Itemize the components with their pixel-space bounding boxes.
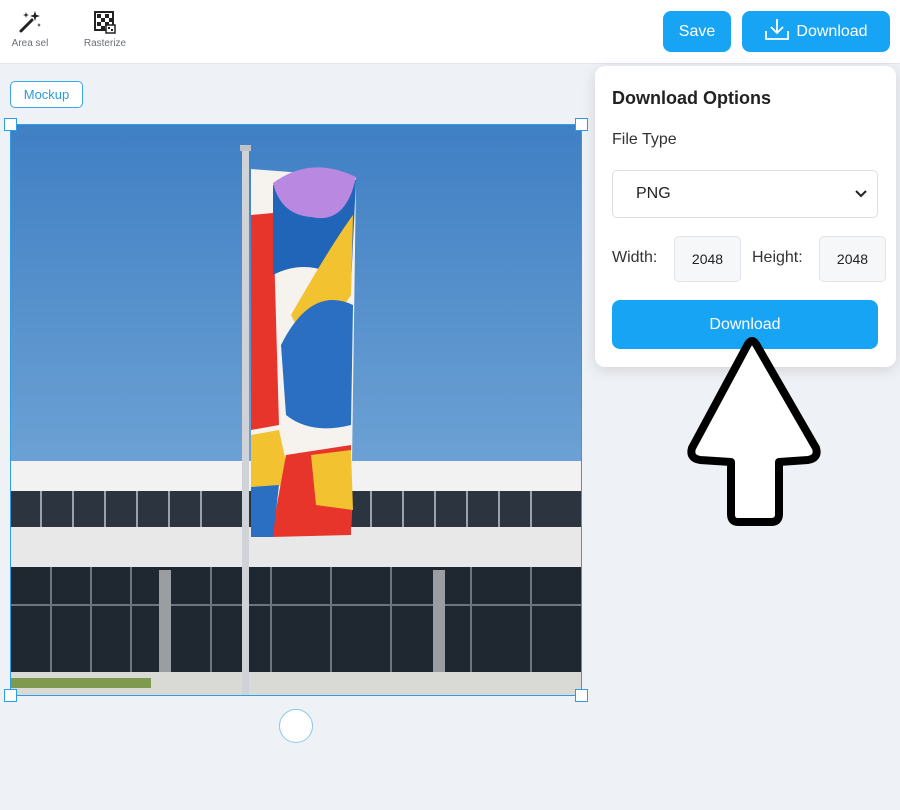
panel-title: Download Options	[612, 88, 771, 108]
width-input[interactable]: 2048	[674, 236, 741, 282]
save-button-label: Save	[678, 22, 716, 40]
resize-handle-bottom-left[interactable]	[4, 689, 17, 702]
height-label: Height:	[752, 249, 803, 266]
resize-handle-top-left[interactable]	[4, 118, 17, 131]
height-input[interactable]: 2048	[819, 236, 886, 282]
flag-building-photo	[11, 125, 581, 695]
pointer-arrow-icon	[687, 337, 821, 526]
download-button-label: Download	[796, 22, 868, 40]
resize-handle-bottom-right[interactable]	[575, 689, 588, 702]
top-toolbar: Area sel Rasterize Save Download	[0, 0, 900, 64]
mockup-tag[interactable]: Mockup	[10, 81, 83, 108]
panel-download-label: Download	[709, 315, 781, 333]
download-options-panel: Download Options File Type PNG Width: 20…	[595, 66, 896, 367]
rasterize-label: Rasterize	[83, 38, 127, 49]
file-type-label: File Type	[612, 131, 677, 148]
area-select-tool[interactable]: Area sel	[6, 8, 54, 49]
rotate-handle[interactable]	[279, 709, 313, 743]
rasterize-grid-icon	[90, 8, 120, 36]
chevron-down-icon	[855, 185, 867, 203]
file-type-select[interactable]: PNG	[612, 170, 878, 218]
download-icon	[764, 17, 790, 46]
width-label: Width:	[612, 249, 658, 266]
rasterize-tool[interactable]: Rasterize	[76, 8, 134, 49]
file-type-value: PNG	[636, 185, 671, 202]
area-select-label: Area sel	[11, 38, 49, 49]
magic-wand-icon	[15, 8, 45, 36]
download-button[interactable]: Download	[742, 11, 890, 52]
resize-handle-top-right[interactable]	[575, 118, 588, 131]
save-button[interactable]: Save	[663, 11, 731, 52]
mockup-image[interactable]	[10, 124, 582, 696]
